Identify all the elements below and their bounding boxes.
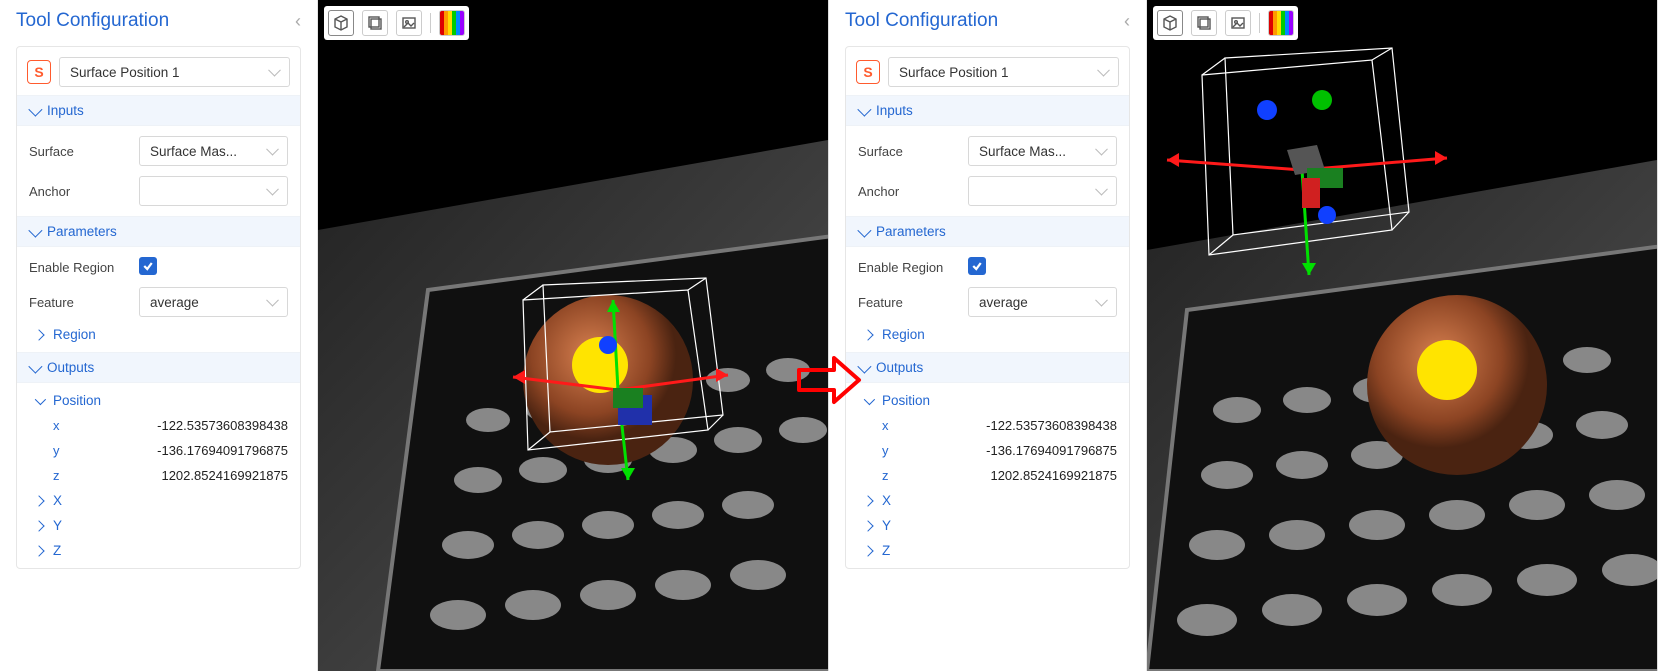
chevron-down-icon [35, 393, 46, 404]
section-parameters-header[interactable]: Parameters [846, 216, 1129, 247]
chevron-right-icon [33, 520, 44, 531]
tool-badge: S [856, 60, 880, 84]
output-X-link[interactable]: X [858, 493, 1117, 508]
chevron-down-icon [857, 223, 871, 237]
chevron-right-icon [862, 545, 873, 556]
section-inputs-header[interactable]: Inputs [846, 95, 1129, 126]
tool-name: Surface Position 1 [899, 65, 1009, 80]
view-image-button[interactable] [396, 10, 422, 36]
tool-config-panel: Tool Configuration ‹ S Surface Position … [0, 0, 318, 671]
colormap-button[interactable] [439, 10, 465, 36]
section-outputs-header[interactable]: Outputs [17, 352, 300, 383]
surface-select[interactable]: Surface Mas... [139, 136, 288, 166]
position-header[interactable]: Position [29, 393, 288, 408]
chevron-right-icon [862, 329, 873, 340]
scene-left[interactable] [318, 0, 828, 671]
output-Y-link[interactable]: Y [858, 518, 1117, 533]
chevron-right-icon [862, 495, 873, 506]
collapse-panel-button[interactable]: ‹ [295, 11, 301, 32]
feature-label: Feature [858, 295, 968, 310]
section-inputs-header[interactable]: Inputs [17, 95, 300, 126]
section-outputs-label: Outputs [47, 360, 94, 375]
toolbar-separator [1259, 13, 1260, 33]
feature-label: Feature [29, 295, 139, 310]
enable-region-label: Enable Region [858, 260, 968, 275]
position-y-row: y-136.17694091796875 [29, 443, 288, 458]
chevron-right-icon [862, 520, 873, 531]
output-Z-link[interactable]: Z [858, 543, 1117, 558]
position-z-row: z1202.8524169921875 [29, 468, 288, 483]
viewer-toolbar [1153, 6, 1298, 40]
section-outputs-header[interactable]: Outputs [846, 352, 1129, 383]
colormap-button[interactable] [1268, 10, 1294, 36]
position-x-row: x-122.53573608398438 [29, 418, 288, 433]
surface-label: Surface [858, 144, 968, 159]
section-inputs-label: Inputs [47, 103, 84, 118]
region-link[interactable]: Region [858, 327, 1117, 342]
viewer-left[interactable] [318, 0, 828, 671]
chevron-down-icon [857, 102, 871, 116]
tool-card: S Surface Position 1 Inputs SurfaceSurfa… [845, 46, 1130, 569]
position-header[interactable]: Position [858, 393, 1117, 408]
view-3d-button[interactable] [328, 10, 354, 36]
chevron-right-icon [33, 545, 44, 556]
anchor-label: Anchor [858, 184, 968, 199]
output-Z-link[interactable]: Z [29, 543, 288, 558]
surface-label: Surface [29, 144, 139, 159]
position-y-row: y-136.17694091796875 [858, 443, 1117, 458]
panel-title: Tool Configuration [16, 10, 169, 32]
anchor-select[interactable] [968, 176, 1117, 206]
output-X-link[interactable]: X [29, 493, 288, 508]
view-image-button[interactable] [1225, 10, 1251, 36]
chevron-right-icon [33, 329, 44, 340]
scene-right[interactable] [1147, 0, 1657, 671]
anchor-label: Anchor [29, 184, 139, 199]
enable-region-checkbox[interactable] [139, 257, 157, 275]
position-x-row: x-122.53573608398438 [858, 418, 1117, 433]
transition-arrow-icon [794, 350, 864, 415]
enable-region-checkbox[interactable] [968, 257, 986, 275]
toolbar-separator [430, 13, 431, 33]
viewer-right[interactable] [1147, 0, 1657, 671]
view-3d-button[interactable] [1157, 10, 1183, 36]
section-parameters-label: Parameters [47, 224, 117, 239]
view-layers-button[interactable] [362, 10, 388, 36]
chevron-down-icon [28, 223, 42, 237]
position-z-row: z1202.8524169921875 [858, 468, 1117, 483]
section-parameters-header[interactable]: Parameters [17, 216, 300, 247]
viewer-toolbar [324, 6, 469, 40]
anchor-select[interactable] [139, 176, 288, 206]
chevron-down-icon [864, 393, 875, 404]
tool-card: S Surface Position 1 Inputs Surface Surf… [16, 46, 301, 569]
tool-config-panel: Tool Configuration ‹ S Surface Position … [829, 0, 1147, 671]
chevron-down-icon [28, 102, 42, 116]
surface-select[interactable]: Surface Mas... [968, 136, 1117, 166]
chevron-down-icon [28, 359, 42, 373]
feature-select[interactable]: average [968, 287, 1117, 317]
tool-select[interactable]: Surface Position 1 [888, 57, 1119, 87]
tool-select[interactable]: Surface Position 1 [59, 57, 290, 87]
feature-select[interactable]: average [139, 287, 288, 317]
tool-name: Surface Position 1 [70, 65, 180, 80]
view-layers-button[interactable] [1191, 10, 1217, 36]
panel-title: Tool Configuration [845, 10, 998, 32]
chevron-right-icon [33, 495, 44, 506]
collapse-panel-button[interactable]: ‹ [1124, 11, 1130, 32]
enable-region-label: Enable Region [29, 260, 139, 275]
region-link[interactable]: Region [29, 327, 288, 342]
tool-badge: S [27, 60, 51, 84]
output-Y-link[interactable]: Y [29, 518, 288, 533]
